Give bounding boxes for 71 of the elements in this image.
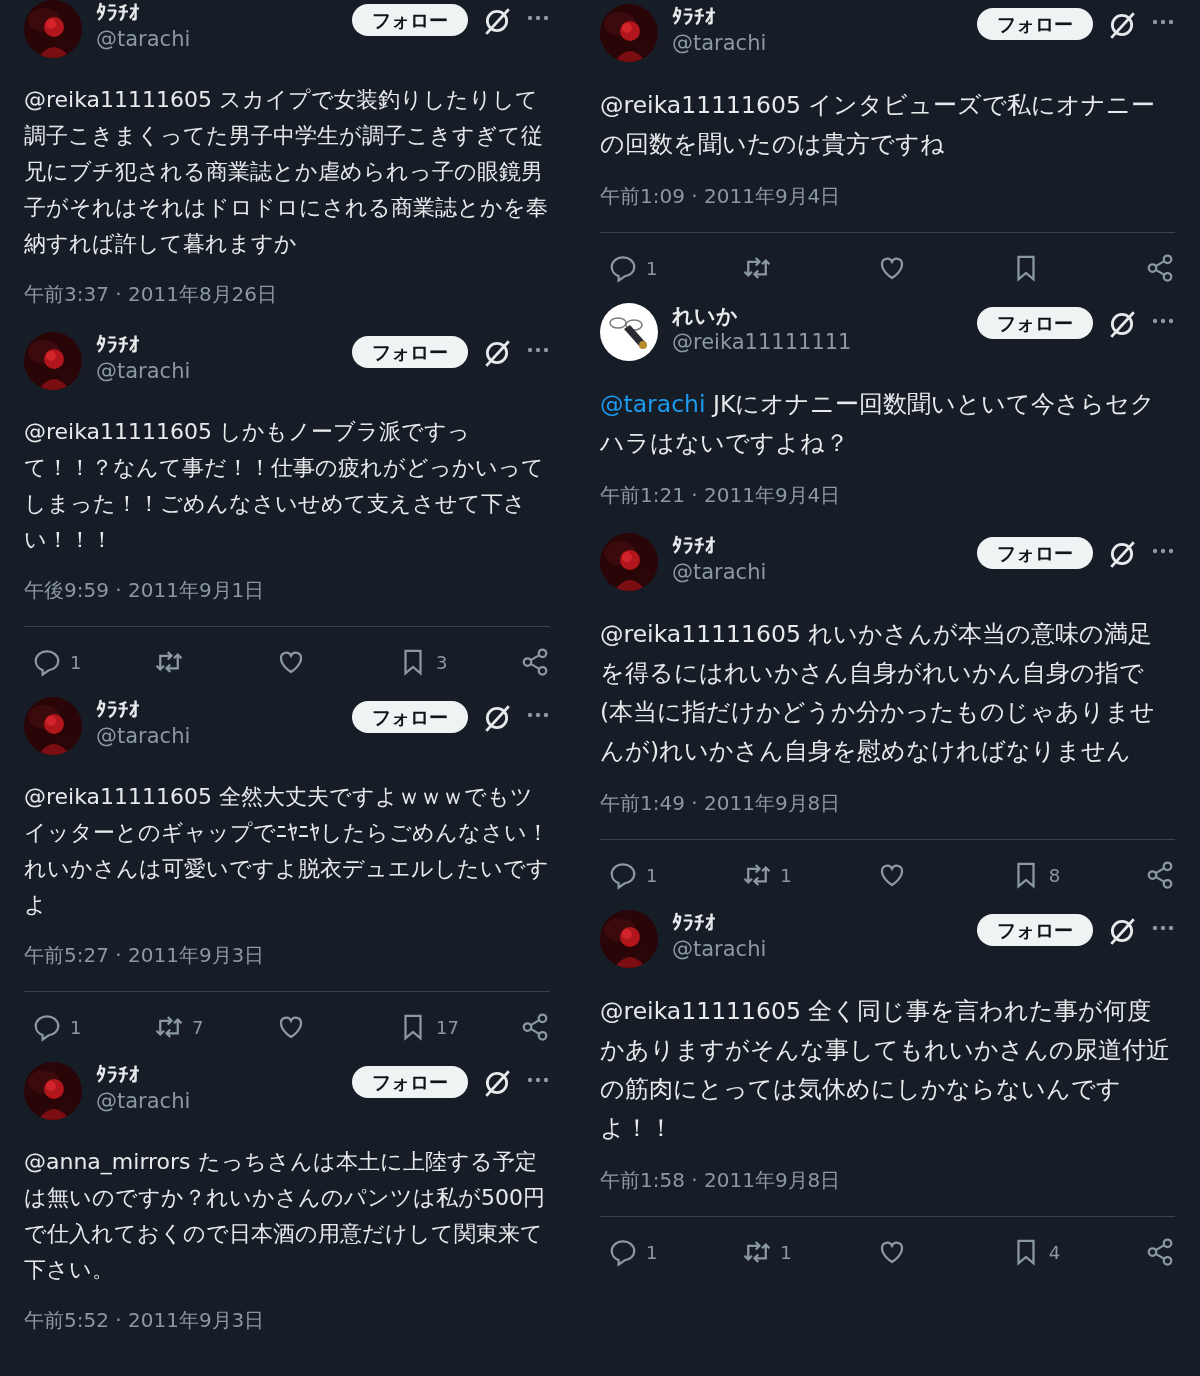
repost-count: 1 — [780, 863, 792, 888]
tweet-text: @reika11111605 インタビューズで私にオナニーの回数を聞いたのは貴方ですね — [600, 90, 1157, 160]
bookmark-count: 3 — [436, 650, 448, 675]
follow-button[interactable]: フォロー — [977, 914, 1093, 946]
mention-link[interactable]: @tarachi — [600, 390, 706, 418]
user-handle: @tarachi — [672, 30, 768, 56]
follow-button[interactable]: フォロー — [977, 307, 1093, 339]
user-name: れいか — [672, 303, 739, 329]
timestamp: 午前1:21 · 2011年9月4日 — [600, 482, 842, 509]
share-icon[interactable] — [520, 1012, 550, 1042]
reply-icon[interactable] — [608, 1237, 638, 1267]
reply-icon[interactable] — [608, 253, 638, 283]
more-icon[interactable] — [1151, 547, 1175, 555]
repost-count: 1 — [780, 1240, 792, 1265]
user-handle: @tarachi — [672, 559, 768, 585]
timestamp: 午前1:49 · 2011年9月8日 — [600, 790, 842, 817]
more-icon[interactable] — [526, 1076, 550, 1084]
repost-count: 7 — [192, 1015, 204, 1040]
tweet-text: @reika11111605 全然大丈夫ですよｗｗｗでもツイッターとのギャップでﾆﾔﾆﾔしたらごめんなさい！れいかさんは可愛いですよ脱衣デュエルしたいですよ — [24, 783, 550, 919]
follow-button[interactable]: フォロー — [352, 4, 468, 36]
follow-button[interactable]: フォロー — [352, 701, 468, 733]
user-name: ﾀﾗﾁｵ — [96, 697, 141, 723]
tweet-text: @reika11111605 全く同じ事を言われた事が何度かありますがそんな事してもれいかさんの尿道付近の筋肉にとっては気休めにしかならないんですよ！！ — [600, 996, 1171, 1144]
user-handle: @tarachi — [96, 26, 192, 52]
user-name: ﾀﾗﾁｵ — [96, 1062, 141, 1088]
timestamp: 午後9:59 · 2011年9月1日 — [24, 577, 266, 604]
bookmark-count: 4 — [1048, 1240, 1061, 1265]
reply-icon[interactable] — [608, 860, 638, 890]
timestamp: 午前5:52 · 2011年9月3日 — [24, 1307, 266, 1334]
tweet-text: @reika11111605 スカイプで女装釣りしたりして調子こきまくってた男子中学生が調子こきすぎて従兄にブチ犯される商業誌とか虐められっ子の眼鏡男子がそれはそれはドロドロにされる商業誌とかを奉納すれば許して暮れますか — [24, 86, 549, 258]
user-handle: @tarachi — [96, 1088, 192, 1114]
more-icon[interactable] — [526, 346, 550, 354]
more-icon[interactable] — [1151, 924, 1175, 932]
reply-count: 1 — [70, 1015, 82, 1040]
reply-count: 1 — [646, 1240, 658, 1265]
reply-count: 1 — [646, 863, 658, 888]
reply-icon[interactable] — [32, 647, 62, 677]
tweet-text: @anna_mirrors たっちさんは本土に上陸する予定は無いのですか？れいかさんのパンツは私が500円で仕入れておくので日本酒の用意だけして関東来て下さい。 — [24, 1148, 546, 1284]
user-handle: @reika11111111 — [672, 329, 853, 355]
reply-icon[interactable] — [32, 1012, 62, 1042]
user-name: ﾀﾗﾁｵ — [96, 0, 141, 26]
tweet-text: @reika11111605 しかもノーブラ派ですって！！？なんて事だ！！仕事の疲れがどっかいってしまった！！ごめんなさいせめて支えさせて下さい！！！ — [24, 418, 545, 554]
follow-button[interactable]: フォロー — [977, 8, 1093, 40]
share-icon[interactable] — [1145, 860, 1175, 890]
user-handle: @tarachi — [672, 936, 768, 962]
timestamp: 午前5:27 · 2011年9月3日 — [24, 942, 266, 969]
tweet-text: @tarachi JKにオナニー回数聞いといて今さらセクハラはないですよね？ — [600, 389, 1157, 459]
reply-count: 1 — [646, 256, 658, 281]
user-name: ﾀﾗﾁｵ — [672, 533, 717, 559]
follow-button[interactable]: フォロー — [352, 336, 468, 368]
timestamp: 午前1:58 · 2011年9月8日 — [600, 1167, 842, 1194]
timestamp: 午前3:37 · 2011年8月26日 — [24, 281, 279, 308]
follow-button[interactable]: フォロー — [977, 537, 1093, 569]
more-icon[interactable] — [1151, 18, 1175, 26]
more-icon[interactable] — [526, 711, 550, 719]
user-name: ﾀﾗﾁｵ — [672, 4, 717, 30]
reply-count: 1 — [70, 650, 82, 675]
share-icon[interactable] — [1145, 1237, 1175, 1267]
user-handle: @tarachi — [96, 723, 192, 749]
bookmark-count: 8 — [1048, 863, 1061, 888]
tweet-text: @reika11111605 れいかさんが本当の意味の満足を得るにはれいかさん自身がれいかん自身の指で(本当に指だけかどうか分かったものじゃありませんが)れいかさん自身を慰めなければなりません — [600, 619, 1157, 767]
more-icon[interactable] — [1151, 317, 1175, 325]
timestamp: 午前1:09 · 2011年9月4日 — [600, 183, 842, 210]
share-icon[interactable] — [520, 647, 550, 677]
user-handle: @tarachi — [96, 358, 192, 384]
user-name: ﾀﾗﾁｵ — [96, 332, 141, 358]
share-icon[interactable] — [1145, 253, 1175, 283]
more-icon[interactable] — [526, 14, 550, 22]
bookmark-count: 17 — [436, 1015, 459, 1040]
user-name: ﾀﾗﾁｵ — [672, 910, 717, 936]
follow-button[interactable]: フォロー — [352, 1066, 468, 1098]
